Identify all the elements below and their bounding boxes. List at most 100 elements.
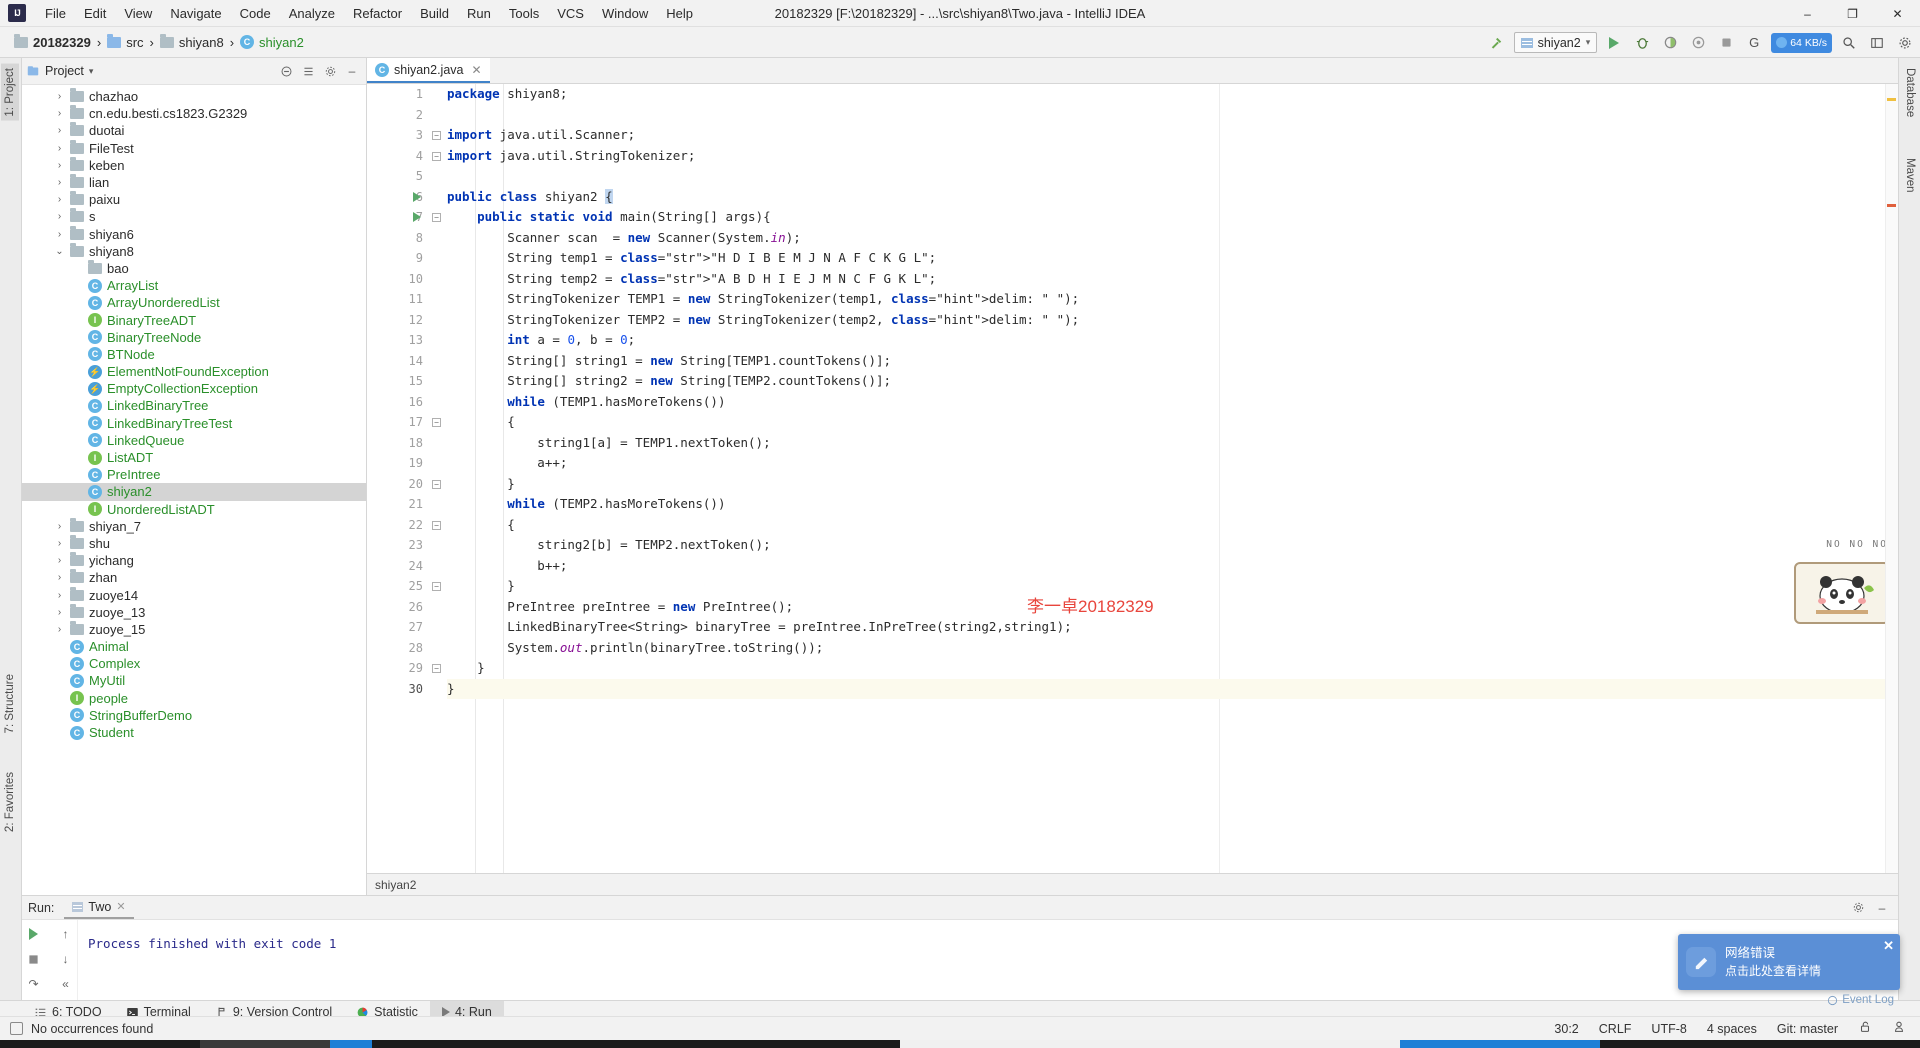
code-line[interactable] bbox=[447, 105, 1898, 126]
menu-item-tools[interactable]: Tools bbox=[500, 2, 548, 25]
tree-item-preintree[interactable]: ›CPreIntree bbox=[22, 466, 366, 483]
code-line[interactable]: Scanner scan = new Scanner(System.in); bbox=[447, 228, 1898, 249]
git-indicator[interactable]: G bbox=[1743, 32, 1765, 54]
code-editor[interactable]: 1 2 3 4 5 6 7 8 9 10 11 12 13 14 15 16 17 18 19 20 21 22 23 24 2… bbox=[367, 84, 1898, 873]
tree-item-zuoye_13[interactable]: › zuoye_13 bbox=[22, 603, 366, 621]
taskbar-window-active[interactable] bbox=[1400, 1040, 1600, 1048]
file-encoding[interactable]: UTF-8 bbox=[1651, 1022, 1686, 1036]
menu-item-code[interactable]: Code bbox=[231, 2, 280, 25]
code-line[interactable]: { bbox=[447, 515, 1898, 536]
chevron-right-icon[interactable]: › bbox=[54, 177, 65, 188]
tree-item-linkedbinarytreetest[interactable]: ›CLinkedBinaryTreeTest bbox=[22, 415, 366, 432]
inspector-icon[interactable] bbox=[1892, 1020, 1906, 1037]
chevron-right-icon[interactable]: › bbox=[54, 521, 65, 532]
code-line[interactable]: String[] string2 = new String[TEMP2.coun… bbox=[447, 371, 1898, 392]
breadcrumb-item-20182329[interactable]: 20182329 bbox=[10, 33, 95, 52]
code-content[interactable]: package shiyan8; import java.util.Scanner… bbox=[447, 84, 1898, 873]
code-line[interactable]: StringTokenizer TEMP2 = new StringTokeni… bbox=[447, 310, 1898, 331]
chevron-right-icon[interactable]: › bbox=[54, 572, 65, 583]
run-with-coverage-icon[interactable] bbox=[1659, 32, 1681, 54]
sidebar-item-maven[interactable]: Maven bbox=[1901, 154, 1919, 197]
code-line[interactable]: a++; bbox=[447, 453, 1898, 474]
menu-item-vcs[interactable]: VCS bbox=[548, 2, 593, 25]
tree-item-stringbufferdemo[interactable]: ›CStringBufferDemo bbox=[22, 707, 366, 724]
tab-shiyan2-java[interactable]: C shiyan2.java ✕ bbox=[367, 58, 490, 83]
tree-item-elementnotfoundexception[interactable]: ›⚡ElementNotFoundException bbox=[22, 363, 366, 380]
tree-item-zhan[interactable]: › zhan bbox=[22, 569, 366, 586]
breadcrumb-item-shiyan2[interactable]: Cshiyan2 bbox=[236, 33, 308, 52]
breadcrumb-item-src[interactable]: src bbox=[103, 33, 147, 52]
sidebar-item-favorites[interactable]: 2: Favorites bbox=[1, 768, 19, 836]
notification-subtitle[interactable]: 点击此处查看详情 bbox=[1725, 962, 1821, 980]
menu-item-file[interactable]: File bbox=[36, 2, 75, 25]
close-button[interactable]: ✕ bbox=[1875, 0, 1920, 27]
code-line[interactable] bbox=[447, 166, 1898, 187]
chevron-right-icon[interactable]: › bbox=[54, 607, 65, 618]
close-icon[interactable]: ✕ bbox=[472, 63, 482, 77]
menu-item-analyze[interactable]: Analyze bbox=[280, 2, 344, 25]
tree-item-binarytreeadt[interactable]: ›IBinaryTreeADT bbox=[22, 311, 366, 328]
code-line[interactable]: string2[b] = TEMP2.nextToken(); bbox=[447, 535, 1898, 556]
notification-popup[interactable]: 网络错误 点击此处查看详情 ✕ bbox=[1678, 934, 1900, 990]
code-line[interactable]: public class shiyan2 { bbox=[447, 187, 1898, 208]
project-panel-title[interactable]: Project ▾ bbox=[26, 64, 93, 78]
tree-item-bao[interactable]: ›bao bbox=[22, 259, 366, 277]
code-fold-toggle[interactable]: − bbox=[432, 479, 441, 489]
tree-item-animal[interactable]: ›CAnimal bbox=[22, 638, 366, 655]
sidebar-item-database[interactable]: Database bbox=[1901, 64, 1919, 121]
line-separator[interactable]: CRLF bbox=[1599, 1022, 1632, 1036]
settings-icon[interactable] bbox=[1848, 898, 1868, 918]
code-line[interactable]: LinkedBinaryTree<String> binaryTree = pr… bbox=[447, 617, 1898, 638]
chevron-right-icon[interactable]: › bbox=[54, 538, 65, 549]
tree-item-shiyan8[interactable]: ⌄ shiyan8 bbox=[22, 242, 366, 260]
tree-item-linkedbinarytree[interactable]: ›CLinkedBinaryTree bbox=[22, 397, 366, 414]
unlock-icon[interactable] bbox=[1858, 1020, 1872, 1037]
run-gutter-icon[interactable] bbox=[413, 212, 421, 222]
hammer-icon[interactable] bbox=[1486, 32, 1508, 54]
code-line[interactable]: System.out.println(binaryTree.toString()… bbox=[447, 638, 1898, 659]
code-line[interactable]: int a = 0, b = 0; bbox=[447, 330, 1898, 351]
code-line[interactable]: while (TEMP1.hasMoreTokens()) bbox=[447, 392, 1898, 413]
soft-wrap-icon[interactable]: ↷ bbox=[26, 976, 42, 992]
tree-item-s[interactable]: › s bbox=[22, 208, 366, 225]
event-log-link[interactable]: Event Log bbox=[1827, 994, 1894, 1006]
code-line[interactable]: import java.util.Scanner; bbox=[447, 125, 1898, 146]
code-line[interactable]: } bbox=[447, 678, 1898, 699]
chevron-right-icon[interactable]: › bbox=[54, 555, 65, 566]
run-icon[interactable] bbox=[1603, 32, 1625, 54]
tree-item-filetest[interactable]: › FileTest bbox=[22, 139, 366, 157]
menu-item-run[interactable]: Run bbox=[458, 2, 500, 25]
tree-item-btnode[interactable]: ›CBTNode bbox=[22, 346, 366, 363]
tree-item-myutil[interactable]: ›CMyUtil bbox=[22, 672, 366, 689]
fold-column[interactable]: − − − − − − − − bbox=[429, 84, 443, 873]
chevron-right-icon[interactable]: › bbox=[54, 229, 65, 240]
chevron-down-icon[interactable]: ⌄ bbox=[54, 246, 65, 257]
project-tree[interactable]: › chazhao › cn.edu.besti.cs1823.G2329 › duota… bbox=[22, 85, 366, 895]
maximize-button[interactable]: ❐ bbox=[1830, 0, 1875, 27]
desktop-pet-widget[interactable] bbox=[1794, 562, 1890, 624]
settings-icon[interactable] bbox=[1894, 32, 1916, 54]
code-line[interactable]: } bbox=[447, 658, 1898, 679]
chevron-right-icon[interactable]: › bbox=[54, 624, 65, 635]
git-branch[interactable]: Git: master bbox=[1777, 1022, 1838, 1036]
tree-item-listadt[interactable]: ›IListADT bbox=[22, 449, 366, 466]
minimize-button[interactable]: – bbox=[1785, 0, 1830, 27]
menu-item-build[interactable]: Build bbox=[411, 2, 458, 25]
taskbar-item-active[interactable] bbox=[330, 1040, 372, 1048]
code-line[interactable]: PreIntree preIntree = new PreIntree(); bbox=[447, 597, 1898, 618]
rerun-icon[interactable] bbox=[26, 926, 42, 942]
scroll-down-icon[interactable]: ↓ bbox=[58, 951, 74, 967]
menu-item-edit[interactable]: Edit bbox=[75, 2, 115, 25]
close-icon[interactable]: ✕ bbox=[116, 900, 125, 913]
code-fold-toggle[interactable]: − bbox=[432, 131, 441, 140]
tree-item-student[interactable]: ›CStudent bbox=[22, 724, 366, 741]
breadcrumb-item-shiyan8[interactable]: shiyan8 bbox=[156, 33, 228, 52]
menu-item-navigate[interactable]: Navigate bbox=[161, 2, 230, 25]
error-stripe-mark[interactable] bbox=[1887, 204, 1896, 207]
tree-item-duotai[interactable]: › duotai bbox=[22, 122, 366, 139]
tree-item-shu[interactable]: › shu bbox=[22, 534, 366, 552]
tree-item-people[interactable]: ›Ipeople bbox=[22, 690, 366, 707]
code-line[interactable]: string1[a] = TEMP1.nextToken(); bbox=[447, 433, 1898, 454]
scroll-up-icon[interactable]: ↑ bbox=[58, 926, 74, 942]
code-line[interactable]: b++; bbox=[447, 556, 1898, 577]
